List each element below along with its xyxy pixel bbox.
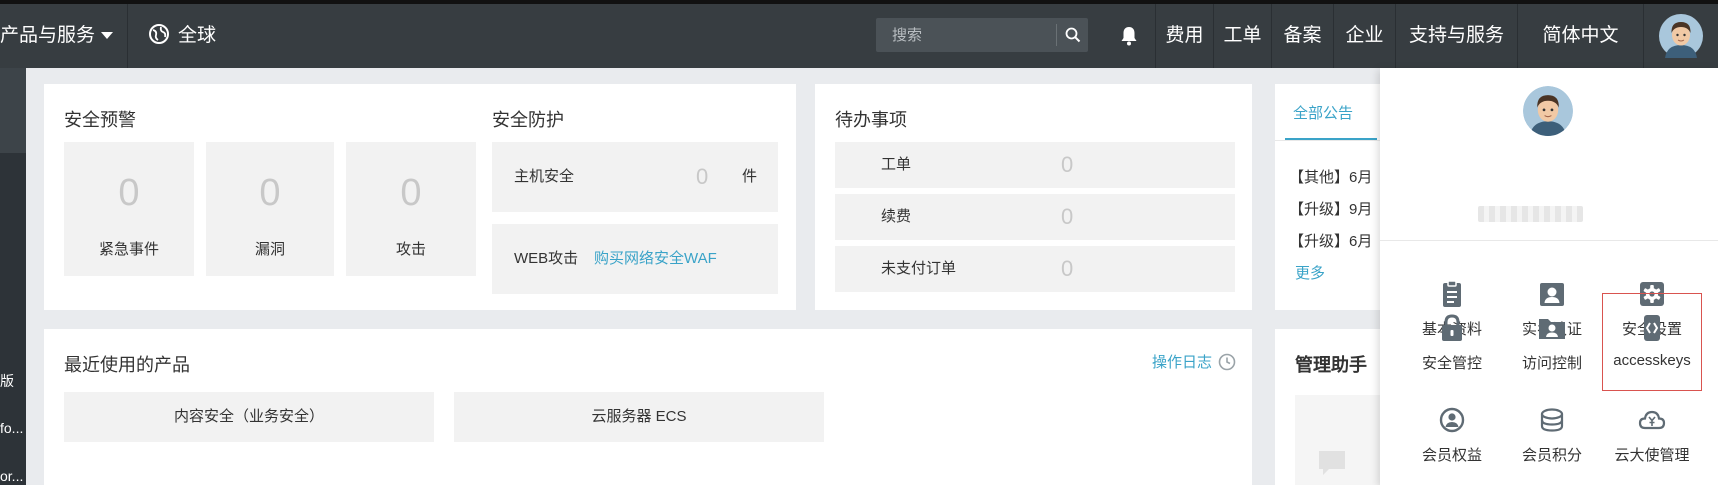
sidebar-item-2[interactable]: fo... xyxy=(0,420,26,436)
recent-product-ecs[interactable]: 云服务器 ECS xyxy=(454,392,824,442)
attacks-label: 攻击 xyxy=(395,241,426,258)
announcement-item[interactable]: 【其他】6月 xyxy=(1289,166,1372,187)
menu-item-label: 会员权益 xyxy=(1421,447,1482,464)
menu-item-label: 会员积分 xyxy=(1521,447,1582,464)
menu-item-member-points[interactable]: 会员积分 xyxy=(1502,404,1602,465)
todo-row-unpaid-orders[interactable]: 未支付订单 0 xyxy=(835,246,1235,292)
dropdown-divider xyxy=(1380,240,1718,241)
host-security-count: 0 xyxy=(696,164,709,189)
vulnerabilities-count: 0 xyxy=(259,172,281,214)
avatar xyxy=(1523,86,1573,136)
nav-icp-filing[interactable]: 备案 xyxy=(1272,4,1334,68)
todo-row-tickets[interactable]: 工单 0 xyxy=(835,142,1235,188)
blurred-username xyxy=(1478,206,1583,222)
todo-renewal-count: 0 xyxy=(1061,204,1074,229)
nav-support[interactable]: 支持与服务 xyxy=(1396,4,1518,68)
more-announcements-link[interactable]: 更多 xyxy=(1295,262,1325,283)
sidebar-item-1[interactable]: 版 xyxy=(0,371,26,391)
security-alert-title: 安全预警 xyxy=(64,110,136,130)
web-attack-row: WEB攻击 购买网络安全WAF xyxy=(492,224,778,294)
recent-products-title: 最近使用的产品 xyxy=(64,355,190,375)
menu-item-label: 安全管控 xyxy=(1421,355,1482,372)
web-attack-label: WEB攻击 xyxy=(514,250,579,267)
id-card-icon xyxy=(1540,283,1564,306)
assistant-card: 管理助手 xyxy=(1275,329,1385,485)
menu-item-label: 访问控制 xyxy=(1521,355,1582,372)
announcement-item[interactable]: 【升级】9月 xyxy=(1289,198,1372,219)
operation-log-label: 操作日志 xyxy=(1152,354,1213,371)
products-menu-label: 产品与服务 xyxy=(0,25,96,46)
todo-unpaid-label: 未支付订单 xyxy=(881,260,957,277)
region-selector[interactable]: 全球 xyxy=(148,4,216,68)
menu-item-security-control[interactable]: 安全管控 xyxy=(1402,312,1502,373)
search-icon xyxy=(1065,27,1080,43)
caret-down-icon xyxy=(101,32,114,40)
bell-icon xyxy=(1121,27,1136,46)
security-card: 安全预警 0 紧急事件 0 漏洞 0 攻击 安全防护 主机安全 0 件 WEB攻… xyxy=(44,84,796,310)
search-input[interactable] xyxy=(876,18,1054,52)
sidebar-active-item[interactable] xyxy=(0,68,26,153)
nav-language[interactable]: 简体中文 xyxy=(1518,4,1644,68)
folder-user-icon xyxy=(1539,319,1565,339)
operation-log-link[interactable]: 操作日志 xyxy=(1152,351,1236,372)
todo-title: 待办事项 xyxy=(835,110,907,130)
search-box xyxy=(876,18,1088,52)
user-avatar-button[interactable] xyxy=(1644,4,1718,68)
todo-tickets-label: 工单 xyxy=(881,156,912,173)
assistant-title: 管理助手 xyxy=(1295,355,1367,375)
nav-enterprise[interactable]: 企业 xyxy=(1334,4,1396,68)
coins-icon xyxy=(1540,408,1564,432)
region-label: 全球 xyxy=(178,25,217,46)
security-protection-title: 安全防护 xyxy=(492,110,564,130)
host-security-unit: 件 xyxy=(742,168,758,185)
search-button[interactable] xyxy=(1057,18,1088,52)
menu-item-cloud-ambassador[interactable]: 云大使管理 xyxy=(1602,404,1702,465)
todo-tickets-count: 0 xyxy=(1061,152,1074,177)
announcements-card: 全部公告 【其他】6月 【升级】9月 【升级】6月 更多 xyxy=(1275,84,1385,310)
user-dropdown-menu: 基本资料 实名认证 安全设置 安全管控 xyxy=(1380,68,1718,485)
lock-icon xyxy=(1442,314,1462,341)
attacks-count: 0 xyxy=(400,172,422,214)
todo-row-renewal[interactable]: 续费 0 xyxy=(835,194,1235,240)
vulnerabilities-tile[interactable]: 0 漏洞 xyxy=(206,142,334,276)
clipboard-icon xyxy=(1443,280,1461,307)
buy-waf-link[interactable]: 购买网络安全WAF xyxy=(594,224,717,294)
sidebar-item-3[interactable]: or... xyxy=(0,468,26,484)
nav-tickets[interactable]: 工单 xyxy=(1214,4,1272,68)
emergency-events-count: 0 xyxy=(118,172,140,214)
assistant-panel xyxy=(1295,395,1385,485)
member-icon xyxy=(1439,407,1465,433)
clock-icon xyxy=(1218,353,1236,371)
emergency-events-tile[interactable]: 0 紧急事件 xyxy=(64,142,194,276)
notification-button[interactable] xyxy=(1102,4,1156,68)
cloud-yen-icon xyxy=(1638,410,1666,430)
recent-product-content-security[interactable]: 内容安全（业务安全） xyxy=(64,392,434,442)
host-security-row[interactable]: 主机安全 0 件 xyxy=(492,142,778,212)
todo-renewal-label: 续费 xyxy=(881,208,912,225)
dropdown-avatar[interactable] xyxy=(1523,86,1573,136)
top-navigation-bar: 产品与服务 全球 费用 工单 备案 企业 支持与服务 简体中文 xyxy=(0,0,1718,68)
announcement-item[interactable]: 【升级】6月 xyxy=(1289,230,1372,251)
avatar xyxy=(1659,14,1703,58)
todo-unpaid-count: 0 xyxy=(1061,256,1074,281)
attacks-tile[interactable]: 0 攻击 xyxy=(346,142,476,276)
products-menu-button[interactable]: 产品与服务 xyxy=(0,4,128,68)
tab-divider xyxy=(1275,140,1385,141)
vulnerabilities-label: 漏洞 xyxy=(254,241,285,258)
host-security-label: 主机安全 xyxy=(514,168,575,185)
accesskeys-highlight-box xyxy=(1602,293,1702,391)
left-sidebar: 版 fo... or... xyxy=(0,68,26,485)
tab-all-announcements[interactable]: 全部公告 xyxy=(1293,102,1353,123)
chat-icon xyxy=(1319,451,1345,475)
menu-item-label: 云大使管理 xyxy=(1614,447,1690,464)
globe-icon xyxy=(149,23,169,44)
recent-products-card: 最近使用的产品 操作日志 内容安全（业务安全） 云服务器 ECS xyxy=(44,329,1252,485)
menu-item-member-benefits[interactable]: 会员权益 xyxy=(1402,404,1502,465)
emergency-events-label: 紧急事件 xyxy=(98,241,159,258)
nav-billing[interactable]: 费用 xyxy=(1156,4,1214,68)
todo-card: 待办事项 工单 0 续费 0 未支付订单 0 xyxy=(815,84,1252,310)
menu-item-access-control[interactable]: 访问控制 xyxy=(1502,312,1602,373)
